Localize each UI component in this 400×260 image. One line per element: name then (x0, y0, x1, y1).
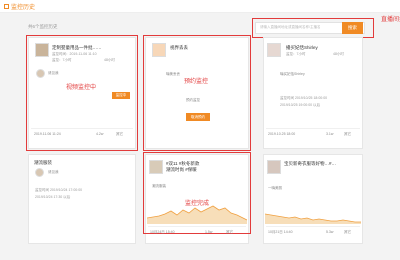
card-thumbnail (152, 43, 166, 57)
divider (266, 128, 360, 129)
card-duration: 监控：7小时 (52, 58, 72, 62)
tab-label: 监控历史 (11, 5, 36, 11)
cancel-reservation-button[interactable]: 取消预约 (186, 113, 210, 121)
card-views: 1.5w (205, 230, 213, 234)
top-bar (0, 0, 400, 13)
card-date: 10月24日 15:40 (150, 230, 175, 234)
finish-time: 2019/10/24 17:30 以后 (35, 195, 71, 199)
divider (148, 226, 246, 227)
card-date: 10月21日 14:40 (268, 230, 293, 234)
anchor-name: 嗨美丢丢 (166, 72, 180, 76)
card-date: 2019.10.25 18:00 (268, 132, 296, 136)
card-duration: 监控：7小时 (286, 52, 306, 56)
search-annotation: 直播间搜索 (381, 17, 400, 23)
card-thumbnail (35, 43, 49, 57)
area-fill (265, 214, 361, 224)
divider (31, 128, 133, 129)
anchor-name: 潮流服装 (152, 184, 166, 188)
avatar (35, 168, 44, 177)
monitor-time: 监控时间 2019/10/25 18:00:00 (280, 96, 328, 100)
reserve-annotation: 预约监控 (184, 79, 209, 85)
area-chart (147, 205, 247, 224)
card-shares: 其它 (344, 230, 351, 234)
card-shares: 其它 (344, 132, 351, 136)
card-shares: 其它 (226, 230, 233, 234)
anchor-name: 请见我 (48, 170, 59, 174)
anchor-name: 请见我 (48, 71, 59, 75)
card-views: 4.2w (96, 132, 104, 136)
monitor-time: 监控时间 2019/10/24 17:00:00 (35, 188, 83, 192)
history-icon (4, 4, 9, 9)
status-badge[interactable]: 监控中 (112, 92, 130, 99)
card-hours: 48小时 (104, 58, 115, 62)
anchor-name: 嗨买妃恬Shirley (280, 72, 305, 76)
card-start-time: 监控时间：2019-11-06 11:10 (52, 52, 97, 56)
status-text: 预约监控 (186, 98, 200, 102)
live-annotation: 视频监控中 (66, 85, 97, 91)
card-date: 2019.11.06 11:24 (34, 132, 61, 136)
area-chart (265, 213, 361, 224)
card-thumbnail (149, 160, 163, 174)
card-views: 5.3w (326, 230, 334, 234)
card-subtitle: 潮流时尚 #保暖 (166, 167, 197, 172)
tab-monitor-history[interactable]: 监控历史 (4, 2, 35, 11)
card-thumbnail (267, 43, 281, 57)
card-title: 播买妃恬Shirley (286, 45, 318, 50)
history-count: 共6个监控历史 (28, 24, 58, 29)
card-title: 宝贝新奇衣服等好物…#… (284, 161, 337, 166)
card-thumbnail (267, 160, 281, 174)
card-shares: 其它 (116, 132, 123, 136)
card-hours: 48小时 (333, 52, 344, 56)
card-title: 定制婴童用品一件批…… (52, 45, 102, 50)
card-title: 视界丢丢 (170, 45, 188, 50)
divider (266, 226, 360, 227)
finish-time: 2019/10/25 19:00:00 以后 (280, 103, 321, 107)
search-highlight (252, 18, 374, 38)
card-views: 3.1w (326, 132, 334, 136)
avatar (36, 69, 45, 78)
anchor-name: 一嗨美丽 (268, 186, 282, 190)
card-title: 潮流服装 (34, 160, 52, 165)
